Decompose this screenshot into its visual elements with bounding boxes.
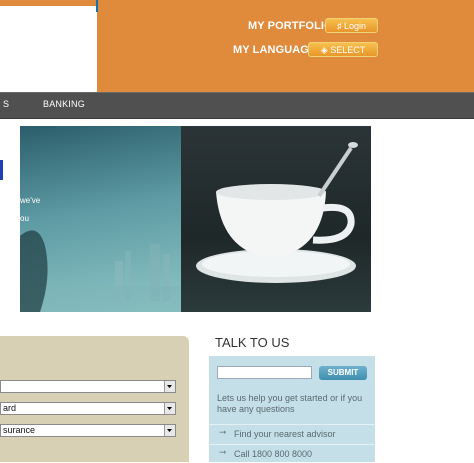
hero-text-line1: we've (20, 196, 41, 205)
find-advisor-label: Find your nearest advisor (234, 429, 336, 439)
contact-input[interactable] (217, 366, 312, 379)
side-link-fragment[interactable] (0, 160, 3, 180)
my-portfolio-label: MY PORTFOLIO (248, 20, 333, 32)
search-form-panel: ard surance (0, 336, 189, 462)
hero-city-image: we've ou (20, 126, 181, 312)
my-language-label: MY LANGUAGE (233, 44, 317, 56)
arrow-right-icon: ➞ (219, 427, 227, 437)
talk-to-us-title: TALK TO US (215, 335, 290, 350)
hero-text-line2: ou (20, 214, 29, 223)
login-button[interactable]: ♯ Login (325, 18, 378, 33)
header-left-strip (0, 0, 96, 6)
login-button-label: Login (343, 21, 367, 31)
header-left-area (0, 0, 97, 92)
city-skyline-icon (20, 230, 181, 312)
select-field-3[interactable]: surance (0, 424, 176, 437)
select-field-2-value: ard (3, 403, 17, 413)
chevron-down-icon[interactable] (164, 425, 175, 436)
call-label: Call 1800 800 8000 (234, 449, 313, 459)
select-field-1[interactable] (0, 380, 176, 393)
find-advisor-link[interactable]: ➞ Find your nearest advisor (209, 424, 375, 443)
language-select-button[interactable]: ◈ SELECT (308, 42, 378, 57)
trophy-icon: ♯ (336, 21, 342, 31)
call-link[interactable]: ➞ Call 1800 800 8000 (209, 444, 375, 463)
talk-to-us-panel: SUBMIT Lets us help you get started or i… (209, 356, 375, 462)
hero-coffee-image (181, 126, 371, 312)
nav-item-banking[interactable]: BANKING (43, 99, 85, 109)
select-field-3-value: surance (3, 425, 36, 435)
select-field-2[interactable]: ard (0, 402, 176, 415)
arrow-right-icon: ➞ (219, 447, 227, 457)
select-button-label: SELECT (330, 45, 366, 55)
submit-button[interactable]: SUBMIT (319, 366, 367, 380)
world-map-icon: ◈ (320, 45, 328, 55)
header-divider (96, 0, 98, 12)
nav-item-partial[interactable]: S (3, 99, 9, 109)
chevron-down-icon[interactable] (164, 381, 175, 392)
talk-description: Lets us help you get started or if you h… (217, 393, 363, 414)
coffee-cup-icon (196, 142, 358, 283)
hero-banner: we've ou (20, 126, 371, 312)
chevron-down-icon[interactable] (164, 403, 175, 414)
